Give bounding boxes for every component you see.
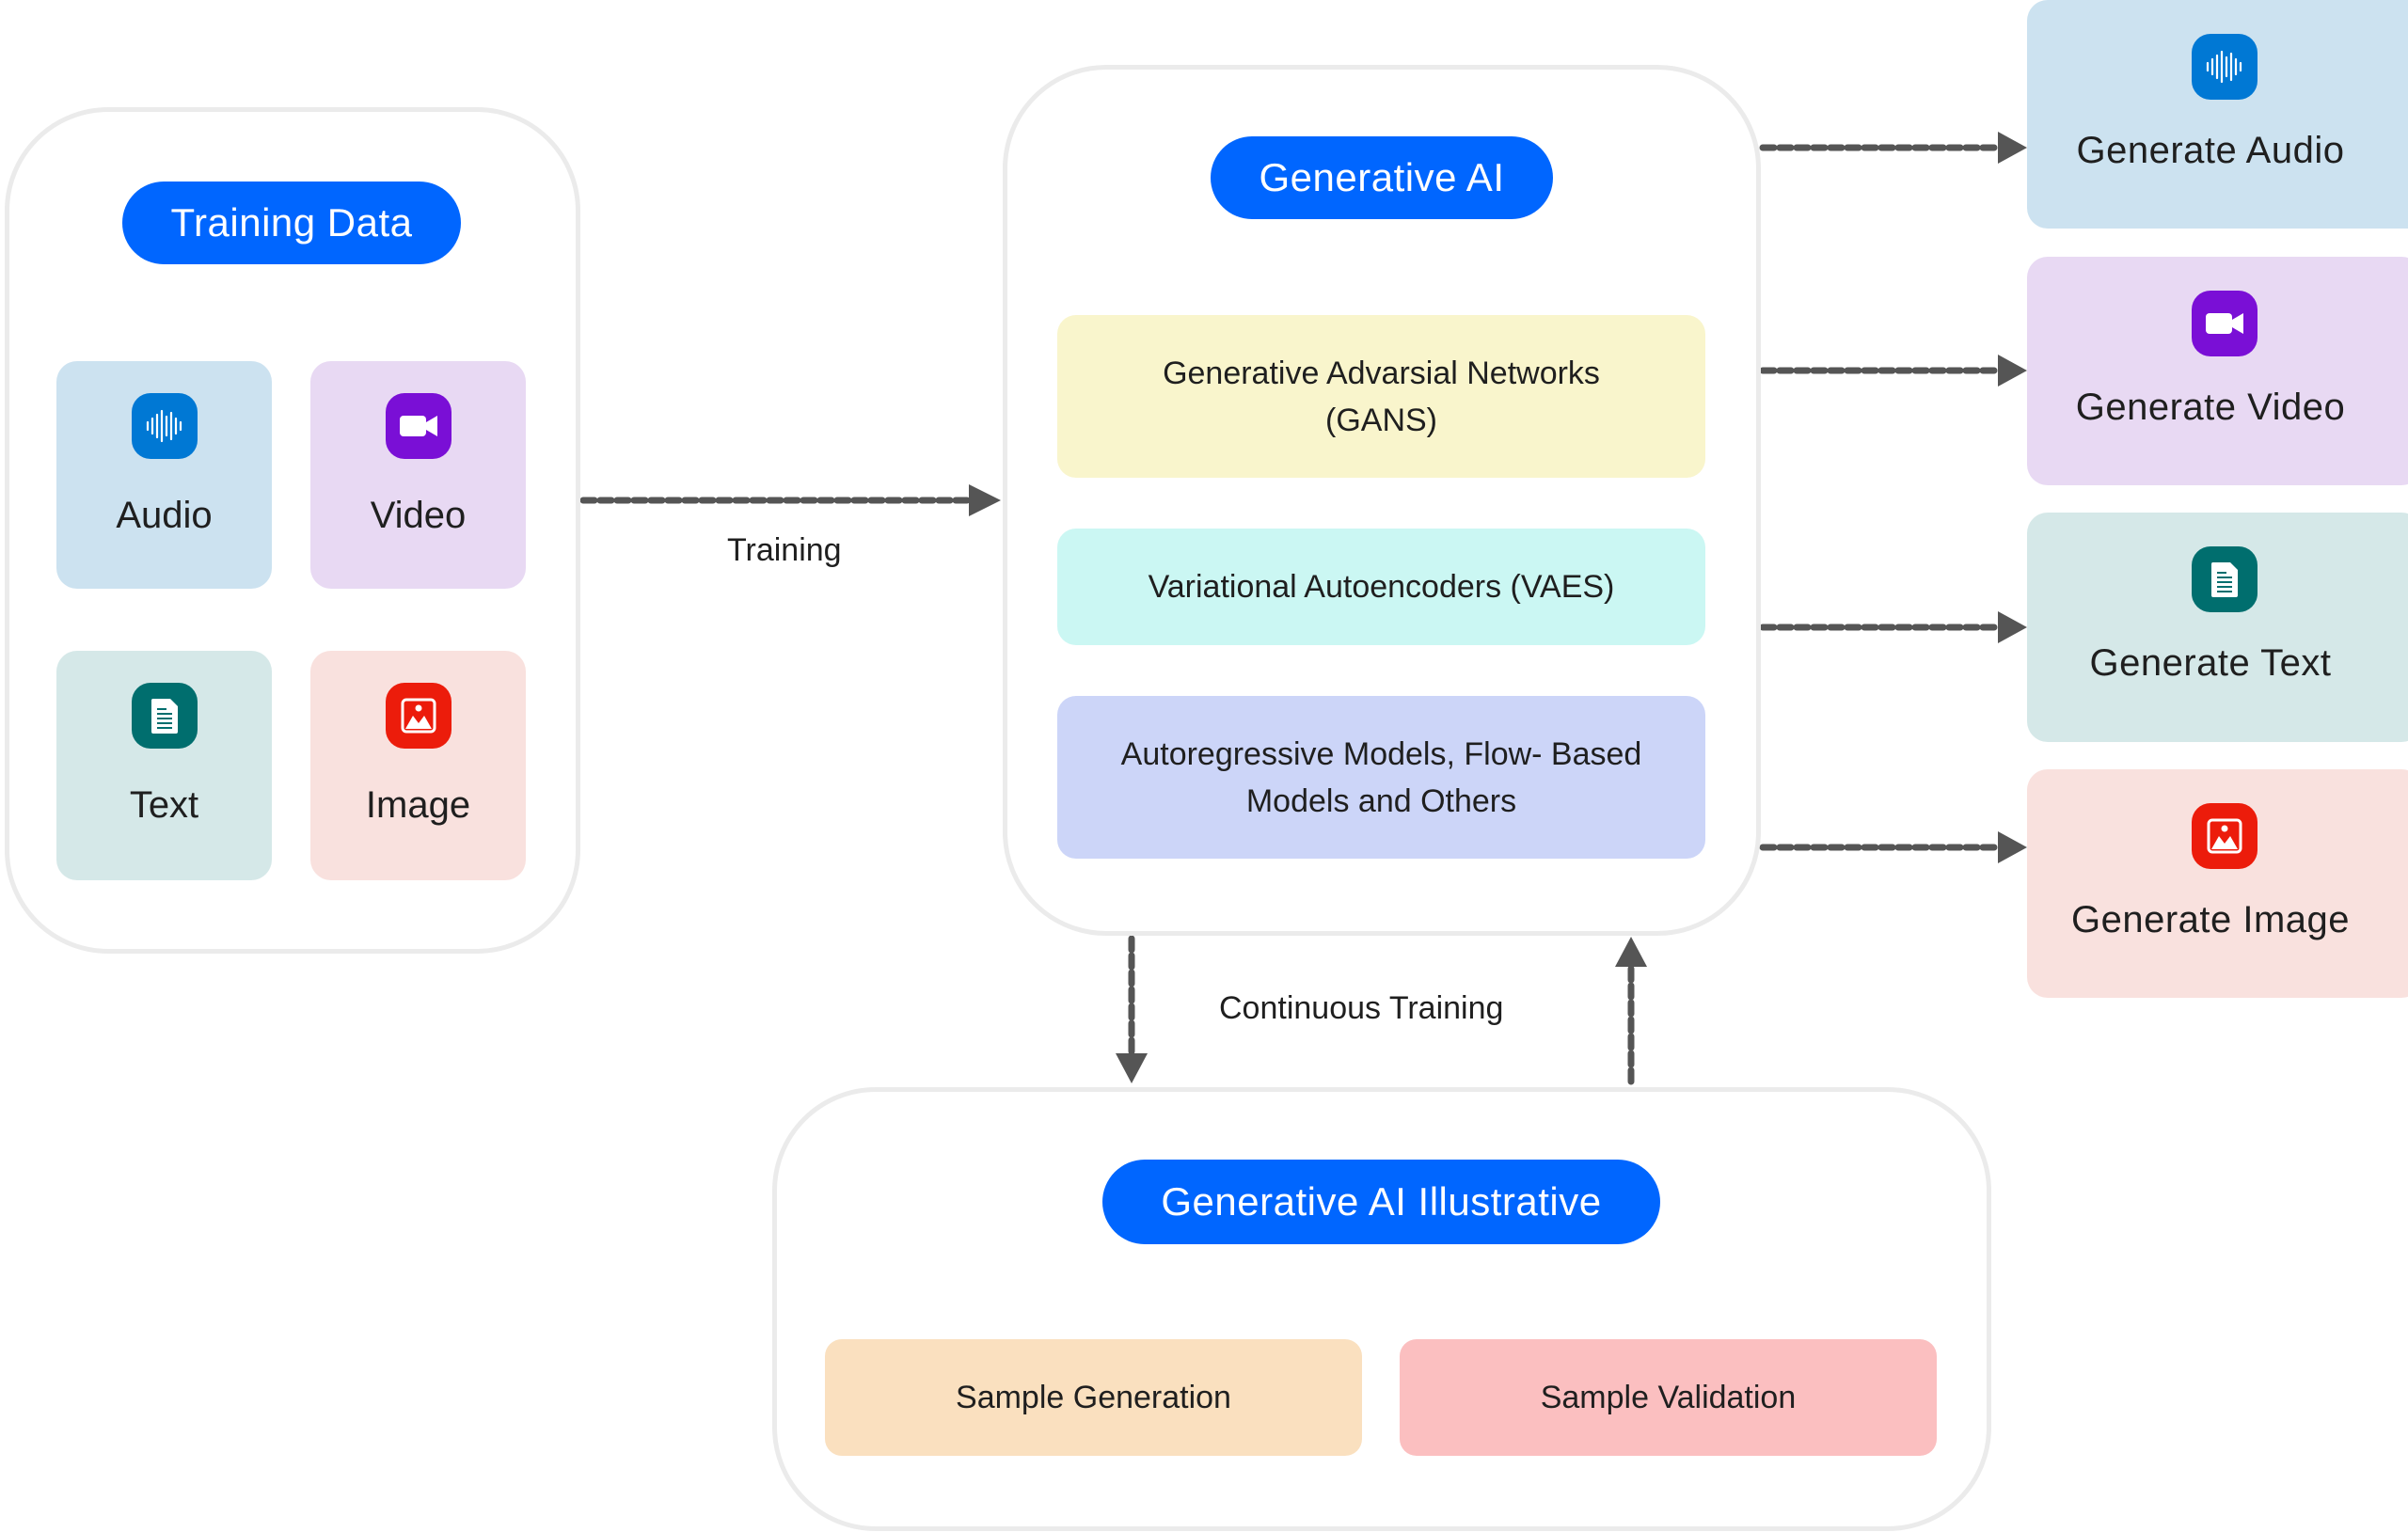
generative-ai-title-text: Generative AI	[1259, 155, 1505, 199]
output-generate-text[interactable]: Generate Text	[2027, 513, 2408, 742]
output-label: Generate Text	[2089, 642, 2332, 684]
step-label: Sample Validation	[1540, 1379, 1797, 1415]
training-item-text[interactable]: Text	[56, 651, 272, 880]
continuous-training-up-arrow	[1615, 937, 1647, 1085]
generative-ai-illustrative-title-text: Generative AI Illustrative	[1161, 1179, 1602, 1224]
model-label: Autoregressive Models, Flow- Based Model…	[1120, 735, 1642, 819]
model-label: Variational Autoencoders (VAES)	[1148, 569, 1615, 605]
output-label: Generate Image	[2070, 899, 2351, 940]
video-camera-icon	[385, 393, 452, 459]
output-label: Generate Audio	[2076, 130, 2345, 171]
generative-ai-illustrative-title: Generative AI Illustrative	[1102, 1160, 1660, 1244]
training-item-label: Video	[370, 495, 467, 536]
output-arrow-video	[1759, 355, 2027, 387]
output-generate-video[interactable]: Generate Video	[2027, 257, 2408, 485]
document-icon	[131, 683, 198, 749]
training-item-image[interactable]: Image	[310, 651, 526, 880]
audio-waveform-icon	[2192, 34, 2258, 100]
step-label: Sample Generation	[956, 1379, 1231, 1415]
output-arrow-audio	[1759, 132, 2027, 164]
continuous-training-label: Continuous Training	[1219, 990, 1504, 1026]
continuous-training-down-arrow	[1116, 935, 1148, 1083]
model-label: Generative Advarsial Networks (GANS)	[1163, 355, 1600, 438]
output-arrow-image	[1759, 831, 2027, 863]
audio-waveform-icon	[131, 393, 198, 459]
training-item-audio[interactable]: Audio	[56, 361, 272, 589]
training-item-label: Image	[365, 784, 471, 826]
training-item-video[interactable]: Video	[310, 361, 526, 589]
training-edge-label: Training	[727, 532, 842, 568]
video-camera-icon	[2192, 291, 2258, 356]
image-icon	[385, 683, 452, 749]
step-sample-generation[interactable]: Sample Generation	[825, 1339, 1362, 1456]
step-sample-validation[interactable]: Sample Validation	[1400, 1339, 1937, 1456]
output-generate-audio[interactable]: Generate Audio	[2027, 0, 2408, 229]
model-vaes[interactable]: Variational Autoencoders (VAES)	[1057, 529, 1705, 645]
generative-ai-illustrative-panel	[772, 1087, 1991, 1531]
training-item-label: Text	[129, 784, 199, 826]
training-data-title-text: Training Data	[170, 200, 413, 245]
image-icon	[2192, 803, 2258, 869]
model-gans[interactable]: Generative Advarsial Networks (GANS)	[1057, 315, 1705, 478]
training-data-title: Training Data	[122, 182, 461, 264]
training-item-label: Audio	[116, 495, 213, 536]
output-label: Generate Video	[2075, 387, 2346, 428]
generative-ai-title: Generative AI	[1211, 136, 1553, 219]
document-icon	[2192, 546, 2258, 612]
training-arrow	[579, 484, 1001, 516]
output-generate-image[interactable]: Generate Image	[2027, 769, 2408, 998]
model-autoregressive[interactable]: Autoregressive Models, Flow- Based Model…	[1057, 696, 1705, 859]
output-arrow-text	[1759, 611, 2027, 643]
